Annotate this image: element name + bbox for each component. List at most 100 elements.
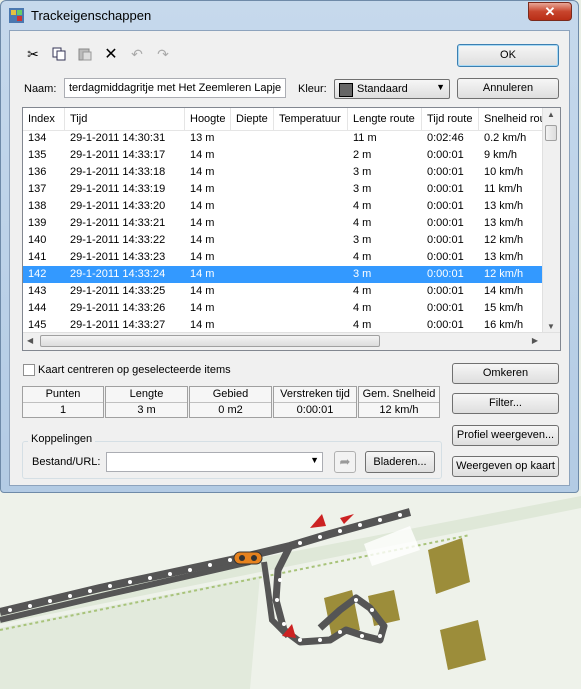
center-map-label: Kaart centreren op geselecteerde items xyxy=(38,364,231,376)
color-value: Standaard xyxy=(357,83,408,95)
table-cell: 12 km/h xyxy=(484,268,524,280)
color-label: Kleur: xyxy=(298,83,327,95)
table-cell: 136 xyxy=(28,166,47,178)
ok-button[interactable]: OK xyxy=(457,44,559,67)
vertical-scroll-thumb[interactable] xyxy=(545,125,557,141)
scissors-icon[interactable]: ✂ xyxy=(24,45,42,63)
table-cell: 13 m xyxy=(190,132,215,144)
redo-icon[interactable]: ↷ xyxy=(154,45,172,63)
vertical-scrollbar[interactable]: ▲ ▼ xyxy=(542,108,560,333)
horizontal-scroll-thumb[interactable] xyxy=(40,335,380,347)
title-bar[interactable]: Trackeigenschappen ✕ xyxy=(1,1,578,29)
chevron-down-icon[interactable]: ▼ xyxy=(310,455,319,465)
paste-icon[interactable] xyxy=(76,45,94,63)
table-cell: 29-1-2011 14:33:21 xyxy=(70,217,166,229)
close-button[interactable]: ✕ xyxy=(528,2,572,21)
table-cell: 12 km/h xyxy=(484,234,524,246)
reverse-button[interactable]: Omkeren xyxy=(452,363,559,384)
table-row[interactable]: 135 29-1-2011 14:33:17 14 m 2 m 0:00:01 9 km/… xyxy=(23,147,544,164)
column-header[interactable]: Diepte xyxy=(231,108,274,130)
table-cell: 142 xyxy=(28,268,47,280)
column-header[interactable]: Tijd xyxy=(65,108,185,130)
map-view[interactable] xyxy=(0,490,581,689)
table-cell: 0:00:01 xyxy=(427,166,464,178)
table-cell: 29-1-2011 14:33:23 xyxy=(70,251,166,263)
table-cell: 2 m xyxy=(353,149,372,161)
scroll-up-icon[interactable]: ▲ xyxy=(547,110,555,119)
table-cell: 134 xyxy=(28,132,47,144)
table-cell: 3 m xyxy=(353,268,372,280)
table-cell xyxy=(274,300,348,317)
table-cell: 137 xyxy=(28,183,47,195)
table-cell: 14 m xyxy=(190,200,215,212)
show-profile-button[interactable]: Profiel weergeven... xyxy=(452,425,559,446)
center-map-checkbox[interactable] xyxy=(23,364,35,376)
table-row[interactable]: 134 29-1-2011 14:30:31 13 m 11 m 0:02:46 0.2 … xyxy=(23,130,544,147)
table-cell: 3 m xyxy=(353,234,372,246)
filter-button[interactable]: Filter... xyxy=(452,393,559,414)
column-header[interactable]: Tijd route xyxy=(422,108,479,130)
scroll-down-icon[interactable]: ▼ xyxy=(547,322,555,331)
color-select[interactable]: Standaard ▼ xyxy=(334,79,450,99)
table-header: Index Tijd Hoogte Diepte Temperatuur Lengte r… xyxy=(23,108,544,131)
table-cell: 11 km/h xyxy=(484,183,523,195)
browse-button[interactable]: Bladeren... xyxy=(365,451,435,473)
table-cell: 4 m xyxy=(353,217,372,229)
table-row[interactable]: 143 29-1-2011 14:33:25 14 m 4 m 0:00:01 14 km… xyxy=(23,283,544,300)
table-cell: 14 m xyxy=(190,149,215,161)
table-row[interactable]: 140 29-1-2011 14:33:22 14 m 3 m 0:00:01 12 km… xyxy=(23,232,544,249)
table-row[interactable]: 141 29-1-2011 14:33:23 14 m 4 m 0:00:01 13 km… xyxy=(23,249,544,266)
track-map xyxy=(0,490,581,689)
table-row[interactable]: 139 29-1-2011 14:33:21 14 m 4 m 0:00:01 13 km… xyxy=(23,215,544,232)
column-header[interactable]: Snelheid route xyxy=(479,108,544,130)
delete-icon[interactable]: ✕ xyxy=(102,45,120,63)
stat-cell: Gebied 0 m2 xyxy=(189,386,272,418)
table-row[interactable]: 144 29-1-2011 14:33:26 14 m 4 m 0:00:01 15 km… xyxy=(23,300,544,317)
show-on-map-button[interactable]: Weergeven op kaart xyxy=(452,456,559,477)
table-cell xyxy=(231,164,274,181)
table-cell: 0:00:01 xyxy=(427,285,464,297)
table-row[interactable]: 138 29-1-2011 14:33:20 14 m 4 m 0:00:01 13 km… xyxy=(23,198,544,215)
table-cell: 4 m xyxy=(353,285,372,297)
table-cell: 13 km/h xyxy=(484,217,524,229)
table-row[interactable]: 136 29-1-2011 14:33:18 14 m 3 m 0:00:01 10 km… xyxy=(23,164,544,181)
table-cell: 29-1-2011 14:33:26 xyxy=(70,302,166,314)
table-cell: 14 m xyxy=(190,166,215,178)
table-cell: 29-1-2011 14:33:18 xyxy=(70,166,166,178)
copy-icon[interactable] xyxy=(50,45,68,63)
table-row[interactable]: 137 29-1-2011 14:33:19 14 m 3 m 0:00:01 11 km… xyxy=(23,181,544,198)
url-combobox[interactable]: ▼ xyxy=(106,452,323,472)
trackpoint-table[interactable]: Index Tijd Hoogte Diepte Temperatuur Lengte r… xyxy=(22,107,561,351)
column-header[interactable]: Temperatuur xyxy=(274,108,348,130)
stat-value: 12 km/h xyxy=(379,404,419,416)
table-cell xyxy=(231,215,274,232)
table-cell xyxy=(231,266,274,283)
name-input[interactable]: terdagmiddagritje met Het Zeemleren Lapj… xyxy=(64,78,286,98)
cancel-button[interactable]: Annuleren xyxy=(457,78,559,99)
table-row[interactable]: 142 29-1-2011 14:33:24 14 m 3 m 0:00:01 12 km… xyxy=(23,266,544,283)
scroll-right-icon[interactable]: ▶ xyxy=(532,336,538,345)
column-header[interactable]: Hoogte xyxy=(185,108,231,130)
table-cell xyxy=(231,300,274,317)
table-cell xyxy=(231,181,274,198)
table-cell: 0:00:01 xyxy=(427,302,464,314)
table-cell: 29-1-2011 14:33:20 xyxy=(70,200,166,212)
stat-value: 3 m xyxy=(137,404,156,416)
scroll-left-icon[interactable]: ◀ xyxy=(27,336,33,345)
window-title: Trackeigenschappen xyxy=(31,8,152,23)
open-link-icon[interactable]: ➦ xyxy=(334,451,356,473)
stat-cell: Punten 1 xyxy=(22,386,104,418)
table-cell xyxy=(274,147,348,164)
horizontal-scrollbar[interactable]: ◀ ▶ xyxy=(23,332,560,350)
table-cell: 29-1-2011 14:33:19 xyxy=(70,183,166,195)
column-header[interactable]: Lengte route xyxy=(348,108,422,130)
url-label: Bestand/URL: xyxy=(32,456,101,468)
table-cell: 4 m xyxy=(353,302,372,314)
table-cell: 14 m xyxy=(190,285,215,297)
table-cell xyxy=(231,130,274,147)
column-header[interactable]: Index xyxy=(23,108,65,130)
table-cell: 14 m xyxy=(190,183,215,195)
stat-value: 1 xyxy=(59,404,67,416)
table-cell xyxy=(231,232,274,249)
undo-icon[interactable]: ↶ xyxy=(128,45,146,63)
